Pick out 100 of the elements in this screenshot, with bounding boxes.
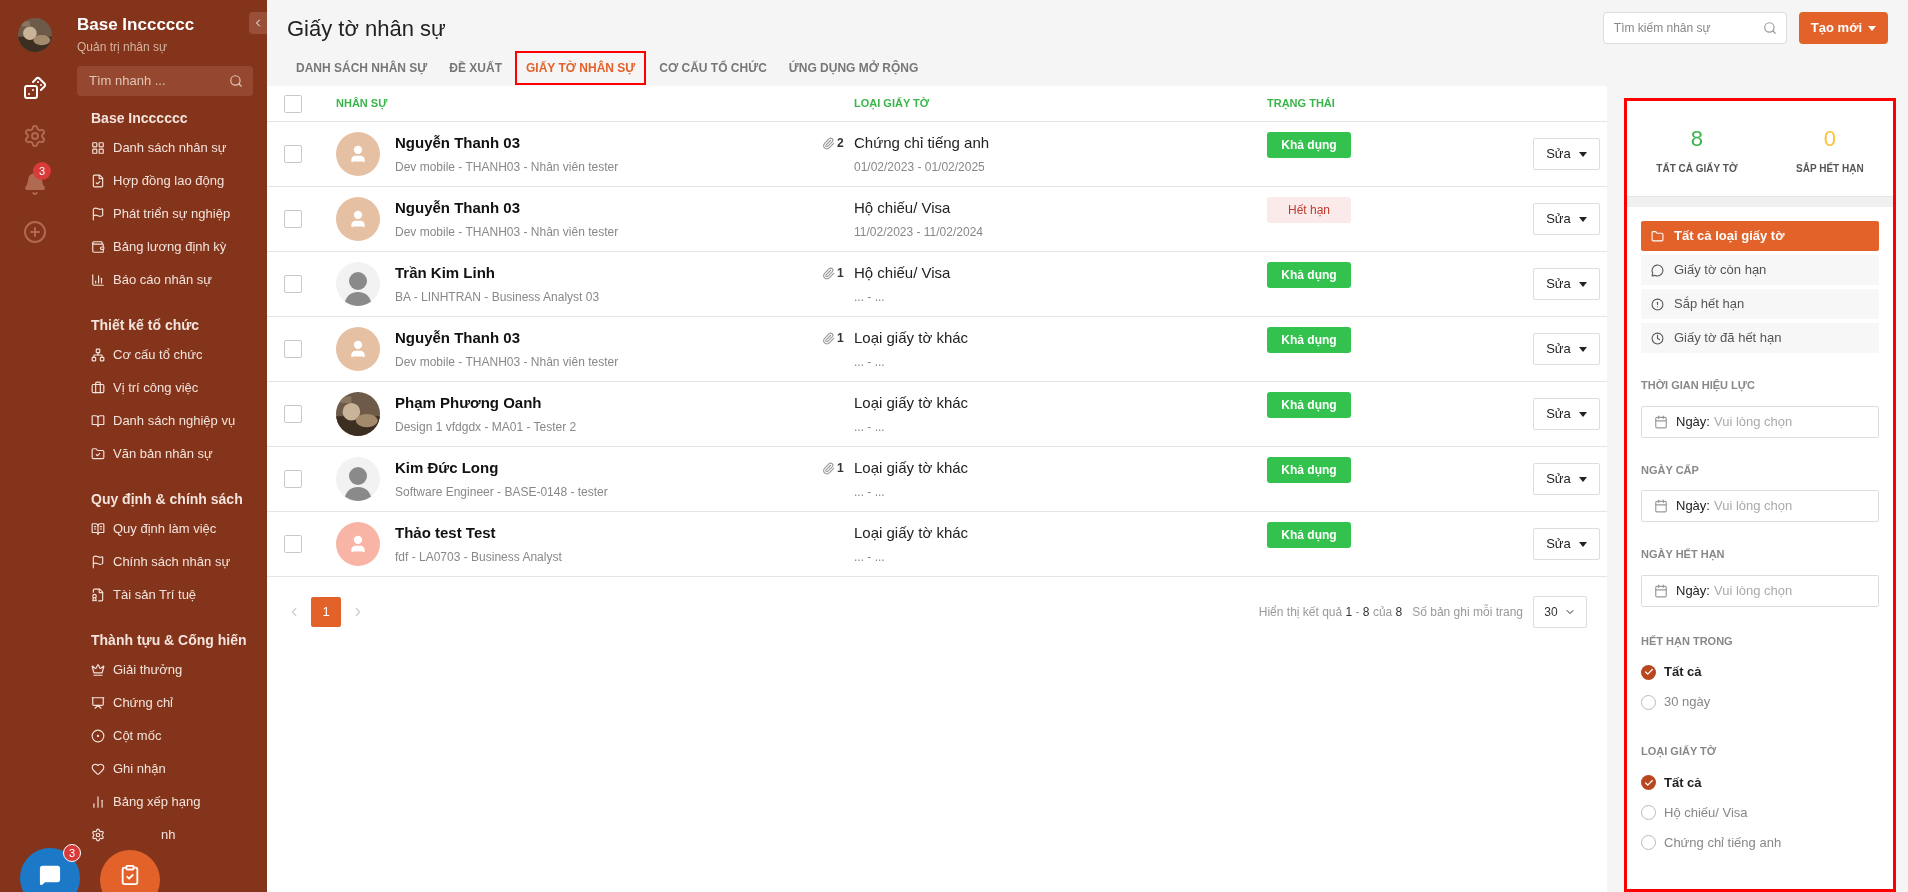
sidebar-item[interactable]: Giải thưởng xyxy=(91,653,253,687)
sidebar-item[interactable]: Ghi nhận xyxy=(91,752,253,786)
edit-dropdown-button[interactable]: Sửa xyxy=(1533,203,1600,235)
edit-dropdown-button[interactable]: Sửa xyxy=(1533,138,1600,170)
radio-option[interactable]: Tất cả xyxy=(1641,767,1879,798)
validity-dates: ... - ... xyxy=(854,353,886,371)
paperclip-icon xyxy=(822,266,835,280)
sidebar-item[interactable]: Chứng chỉ xyxy=(91,686,253,720)
checkbox[interactable] xyxy=(284,145,302,163)
checkbox[interactable] xyxy=(284,535,302,553)
sidebar-item[interactable]: Bảng xếp hạng xyxy=(91,785,253,819)
search-icon xyxy=(1762,21,1777,35)
per-page-select[interactable]: 30 xyxy=(1533,596,1587,628)
sidebar-item[interactable]: nh xyxy=(91,818,253,852)
menu-item-icon xyxy=(91,240,105,254)
radio-button[interactable] xyxy=(1641,775,1656,790)
employee-search-field[interactable]: Tìm kiếm nhân sự xyxy=(1602,12,1787,44)
validity-dates: ... - ... xyxy=(854,483,886,501)
validity-dates: 11/02/2023 - 11/02/2024 xyxy=(854,223,984,241)
filter-icon xyxy=(1651,229,1664,243)
sidebar-item[interactable]: Phát triển sự nghiệp xyxy=(91,197,253,231)
document-type: Loại giấy tờ khác xyxy=(854,458,970,479)
employee-name: Kim Đức Long xyxy=(395,458,500,479)
employee-detail: Dev mobile - THANH03 - Nhân viên tester xyxy=(395,353,620,371)
edit-dropdown-button[interactable]: Sửa xyxy=(1533,528,1600,560)
employee-detail: BA - LINHTRAN - Business Analyst 03 xyxy=(395,288,601,306)
radio-button[interactable] xyxy=(1641,664,1656,680)
caret-icon xyxy=(1578,216,1587,222)
caret-icon xyxy=(1578,411,1587,417)
filter-item[interactable]: Giấy tờ còn hạn xyxy=(1641,255,1879,285)
checkbox[interactable] xyxy=(284,470,302,488)
sidebar-item[interactable]: Hợp đồng lao động xyxy=(91,164,253,198)
edit-dropdown-button[interactable]: Sửa xyxy=(1533,268,1600,300)
settings-icon[interactable] xyxy=(23,124,47,148)
edit-dropdown-button[interactable]: Sửa xyxy=(1533,398,1600,430)
per-page-label: Số bản ghi mỗi trang xyxy=(1412,603,1523,621)
sidebar-item[interactable]: Chính sách nhân sự xyxy=(91,545,253,579)
document-type: Hộ chiếu/ Visa xyxy=(854,198,952,219)
caret-icon xyxy=(1868,25,1876,31)
employee-detail: Software Engineer - BASE-0148 - tester xyxy=(395,483,609,501)
edit-dropdown-button[interactable]: Sửa xyxy=(1533,333,1600,365)
tab[interactable]: CƠ CẤU TỔ CHỨC xyxy=(650,51,776,85)
calendar-icon xyxy=(1654,583,1668,598)
filter-item[interactable]: Sắp hết hạn xyxy=(1641,289,1879,319)
menu-item-icon xyxy=(91,141,105,155)
person-icon xyxy=(348,144,368,164)
check-icon xyxy=(1643,777,1654,788)
radio-option[interactable]: Hộ chiếu/ Visa xyxy=(1641,797,1879,828)
sidebar-item[interactable]: Báo cáo nhân sự xyxy=(91,263,253,297)
sidebar-item[interactable]: Văn bản nhân sự xyxy=(91,437,253,471)
menu-item-icon xyxy=(91,762,105,776)
radio-option[interactable]: Chứng chỉ tiếng anh xyxy=(1641,827,1879,858)
status-badge: Hết hạn xyxy=(1267,197,1351,223)
sidebar-item[interactable]: Cơ cấu tổ chức xyxy=(91,338,253,372)
date-field[interactable]: Ngày: Vui lòng chọn xyxy=(1641,490,1879,522)
menu-item-icon xyxy=(91,207,105,221)
tab[interactable]: ĐỀ XUẤT xyxy=(440,51,511,85)
checkbox[interactable] xyxy=(284,210,302,228)
menu-item-icon xyxy=(91,828,105,842)
edit-dropdown-button[interactable]: Sửa xyxy=(1533,463,1600,495)
sidebar-item[interactable]: Tài sản Trí tuệ xyxy=(91,578,253,612)
employee-name: Nguyễn Thanh 03 xyxy=(395,198,522,219)
document-type: Loại giấy tờ khác xyxy=(854,393,970,414)
checkbox[interactable] xyxy=(284,405,302,423)
sidebar-item[interactable]: Danh sách nghiệp vụ xyxy=(91,404,253,438)
page-title: Giấy tờ nhân sự xyxy=(287,15,447,43)
checkbox[interactable] xyxy=(284,340,302,358)
sidebar-item[interactable]: Quy định làm việc xyxy=(91,512,253,546)
status-badge: Khả dụng xyxy=(1267,457,1351,483)
add-icon[interactable] xyxy=(23,220,47,244)
column-header: NHÂN SỰ xyxy=(336,96,389,112)
filter-title: HẾT HẠN TRONG xyxy=(1641,633,1734,649)
menu-group-title: Thiết kế tổ chức xyxy=(91,316,201,335)
filter-item[interactable]: Giấy tờ đã hết hạn xyxy=(1641,323,1879,353)
column-header: TRẠNG THÁI xyxy=(1267,96,1335,112)
menu-item-icon xyxy=(91,522,105,536)
quick-search-field[interactable]: Tìm nhanh ... xyxy=(77,65,253,96)
menu-item-icon xyxy=(91,447,105,461)
tab[interactable]: ỨNG DỤNG MỞ RỘNG xyxy=(779,51,928,85)
sidebar-item[interactable]: Vị trí công việc xyxy=(91,371,253,405)
collapse-button[interactable] xyxy=(249,12,267,34)
checkbox[interactable] xyxy=(284,94,302,113)
status-badge: Khả dụng xyxy=(1267,522,1351,548)
sidebar-item[interactable]: Cột mốc xyxy=(91,719,253,753)
tab[interactable]: DANH SÁCH NHÂN SỰ xyxy=(287,51,437,85)
sidebar-item[interactable]: Danh sách nhân sự xyxy=(91,131,253,165)
menu-group-title: Quy định & chính sách xyxy=(91,490,244,509)
date-field[interactable]: Ngày: Vui lòng chọn xyxy=(1641,405,1879,438)
checkbox[interactable] xyxy=(284,275,302,293)
radio-option[interactable]: 30 ngày xyxy=(1641,687,1879,717)
company-name: Base Incccccc xyxy=(76,14,196,36)
date-field[interactable]: Ngày: Vui lòng chọn xyxy=(1641,574,1879,607)
radio-option[interactable]: Tất cả xyxy=(1641,657,1879,687)
app-logo-icon[interactable] xyxy=(23,76,47,100)
paperclip-icon xyxy=(822,461,835,475)
sidebar-item[interactable]: Bảng lương định kỳ xyxy=(91,230,253,264)
employee-detail: fdf - LA0703 - Business Analyst xyxy=(395,548,563,566)
caret-icon xyxy=(1578,346,1587,352)
menu-item-icon xyxy=(91,414,105,428)
company-subtitle: Quản trị nhân sự xyxy=(76,38,169,56)
